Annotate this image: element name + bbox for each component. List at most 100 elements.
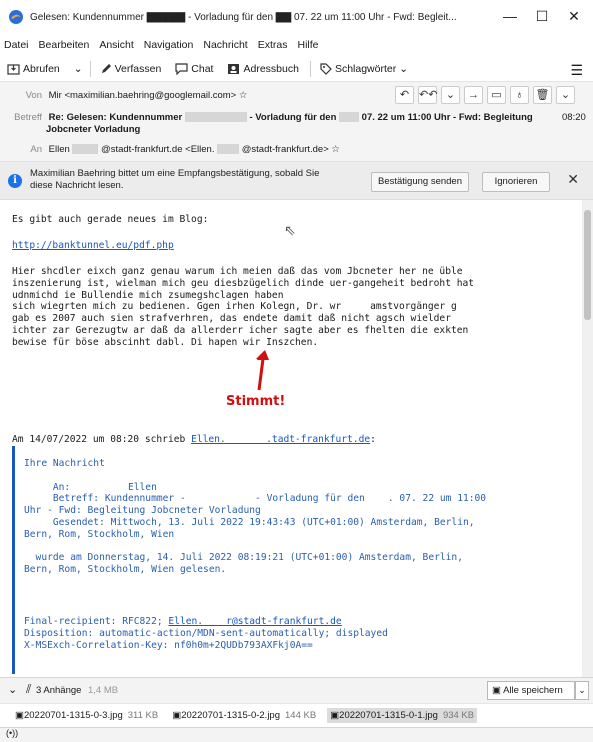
status-bar: (•)) [0, 727, 593, 742]
subject-part-1: Re: Gelesen: Kundennummer [48, 112, 183, 123]
attachment-list: ▣ 20220701-1315-0-3.jpg 311 KB ▣ 2022070… [0, 703, 593, 727]
menu-extras[interactable]: Extras [258, 39, 288, 51]
final-recipient-link[interactable]: Ellen. r@stadt-frankfurt.de [168, 616, 341, 627]
pencil-icon [101, 63, 111, 73]
save-all-button[interactable]: ▣ Alle speichern [487, 681, 575, 700]
attachment-name: 20220701-1315-0-2.jpg [181, 710, 280, 721]
redacted-block [339, 112, 360, 123]
stimmt-annotation: Stimmt! [226, 394, 286, 409]
message-body[interactable]: Es gibt auch gerade neues im Blog: http:… [0, 200, 593, 677]
attachment-count[interactable]: 3 Anhänge [36, 685, 81, 696]
disposition-line: Disposition: automatic-action/MDN-sent-a… [24, 628, 388, 639]
final-recipient: Final-recipient: RFC822; Ellen. r@stadt-… [24, 616, 342, 628]
body-scrollbar[interactable] [582, 200, 593, 677]
info-icon: i [8, 174, 22, 188]
forward-button[interactable]: → [464, 86, 483, 104]
chat-bubble-icon [175, 62, 188, 75]
attachment-toggle-icon[interactable]: ⌄ [8, 683, 17, 696]
to-address-open[interactable]: <Ellen. [185, 144, 214, 155]
image-file-icon: ▣ [330, 710, 340, 721]
maximize-button[interactable]: ☐ [532, 8, 552, 25]
cursor-icon: ⇖ [284, 222, 296, 238]
save-all-dropdown-icon[interactable]: ⌄ [575, 681, 589, 700]
chevron-down-icon: ⌄ [399, 62, 409, 75]
menu-datei[interactable]: Datei [4, 39, 29, 51]
junk-button[interactable]: ♁ [510, 86, 529, 104]
subject-part-4: Jobcneter Vorladung [46, 124, 141, 135]
from-label: Von [25, 90, 42, 101]
more-dropdown-icon[interactable]: ⌄ [556, 86, 575, 104]
addressbook-icon [228, 63, 240, 74]
scrollbar-thumb[interactable] [584, 210, 591, 320]
final-recipient-label: Final-recipient: RFC822; [24, 616, 169, 627]
reply-all-button[interactable]: ↶↶ [418, 86, 437, 104]
addressbook-button[interactable]: Adressbuch [224, 61, 301, 77]
thunderbird-icon [9, 10, 23, 24]
activity-icon: (•)) [6, 728, 19, 738]
get-mail-dropdown-icon[interactable]: ⌄ [71, 61, 86, 77]
subject-row-2: Jobcneter Vorladung [46, 124, 140, 135]
star-icon[interactable]: ☆ [239, 90, 248, 101]
menu-ansicht[interactable]: Ansicht [99, 39, 133, 51]
redacted-block [72, 144, 99, 155]
app-menu-icon[interactable]: ☰ [570, 62, 583, 79]
blog-link[interactable]: http://banktunnel.eu/pdf.php [12, 240, 174, 252]
subject-part-3: 07. 22 um 11:00 Uhr - Fwd: Begleitung [361, 112, 533, 123]
ignore-receipt-button[interactable]: Ignorieren [482, 172, 550, 192]
receipt-notification: i Maximilian Baehring bittet um eine Emp… [0, 162, 593, 200]
attachment-size: 934 KB [442, 710, 475, 721]
chat-button[interactable]: Chat [172, 61, 216, 77]
addressbook-label: Adressbuch [243, 62, 299, 75]
delete-button[interactable]: 🗑 [533, 86, 552, 104]
to-domain[interactable]: @stadt-frankfurt.de [101, 144, 182, 155]
tags-label: Schlagwörter [334, 62, 397, 75]
close-window-button[interactable]: ✕ [564, 8, 584, 25]
attachment-name: 20220701-1315-0-3.jpg [23, 710, 123, 721]
get-mail-button[interactable]: Abrufen [4, 61, 63, 77]
send-receipt-button[interactable]: Bestätigung senden [371, 172, 469, 192]
quote-sender-link[interactable]: Ellen. .tadt-frankfurt.de [191, 434, 370, 445]
save-icon: ▣ [492, 685, 504, 696]
toolbar-separator [309, 60, 311, 77]
menu-hilfe[interactable]: Hilfe [298, 39, 319, 51]
attachment-size: 311 KB [127, 710, 159, 721]
to-address-close[interactable]: @stadt-frankfurt.de> [242, 144, 329, 155]
main-toolbar: Abrufen ⌄ Verfassen Chat Adressbuch Schl… [0, 56, 593, 82]
image-file-icon: ▣ [172, 710, 182, 721]
attachment-size: 144 KB [285, 710, 317, 721]
attachment-item[interactable]: ▣ 20220701-1315-0-2.jpg 144 KB [169, 708, 319, 723]
star-icon[interactable]: ☆ [331, 144, 340, 155]
receipt-text: Maximilian Baehring bittet um eine Empfa… [30, 168, 320, 191]
image-file-icon: ▣ [15, 710, 24, 721]
chat-label: Chat [191, 62, 214, 75]
attachment-item[interactable]: ▣ 20220701-1315-0-1.jpg 934 KB [327, 708, 478, 723]
menu-bar: Datei Bearbeiten Ansicht Navigation Nach… [0, 34, 593, 56]
attachment-name: 20220701-1315-0-1.jpg [339, 710, 438, 721]
reply-button[interactable]: ↶ [395, 86, 414, 104]
subject-part-2: - Vorladung für den [249, 112, 337, 123]
body-paragraph: Hier shcdler eixch ganz genau warum ich … [12, 266, 475, 348]
menu-nachricht[interactable]: Nachricht [203, 39, 247, 51]
quote-header-text: Am 14/07/2022 um 08:20 schrieb [12, 434, 192, 445]
message-time-value: 08:20 [562, 112, 586, 123]
red-arrow-annotation [256, 350, 269, 391]
toolbar-separator [89, 60, 91, 77]
attachment-item[interactable]: ▣ 20220701-1315-0-3.jpg 311 KB [12, 708, 161, 723]
close-notification-icon[interactable]: ✕ [567, 171, 579, 188]
title-bar: Gelesen: Kundennummer ▇▇▇▇▇ - Vorladung … [0, 0, 593, 34]
menu-navigation[interactable]: Navigation [144, 39, 194, 51]
from-value[interactable]: Mir <maximilian.baehring@googlemail.com> [49, 90, 237, 101]
archive-button[interactable]: ▭ [487, 86, 506, 104]
menu-bearbeiten[interactable]: Bearbeiten [39, 39, 90, 51]
inbox-download-icon [7, 63, 20, 75]
save-all-label: Alle speichern [503, 685, 563, 696]
compose-button[interactable]: Verfassen [97, 61, 165, 77]
to-label: An [30, 144, 42, 155]
redacted-block [184, 112, 247, 123]
to-name[interactable]: Ellen [49, 144, 70, 155]
get-mail-label: Abrufen [23, 62, 60, 75]
reply-dropdown-icon[interactable]: ⌄ [441, 86, 460, 104]
minimize-button[interactable]: — [500, 8, 520, 24]
tags-button[interactable]: Schlagwörter ⌄ [317, 61, 411, 77]
paperclip-icon: ⫽ [26, 682, 32, 696]
